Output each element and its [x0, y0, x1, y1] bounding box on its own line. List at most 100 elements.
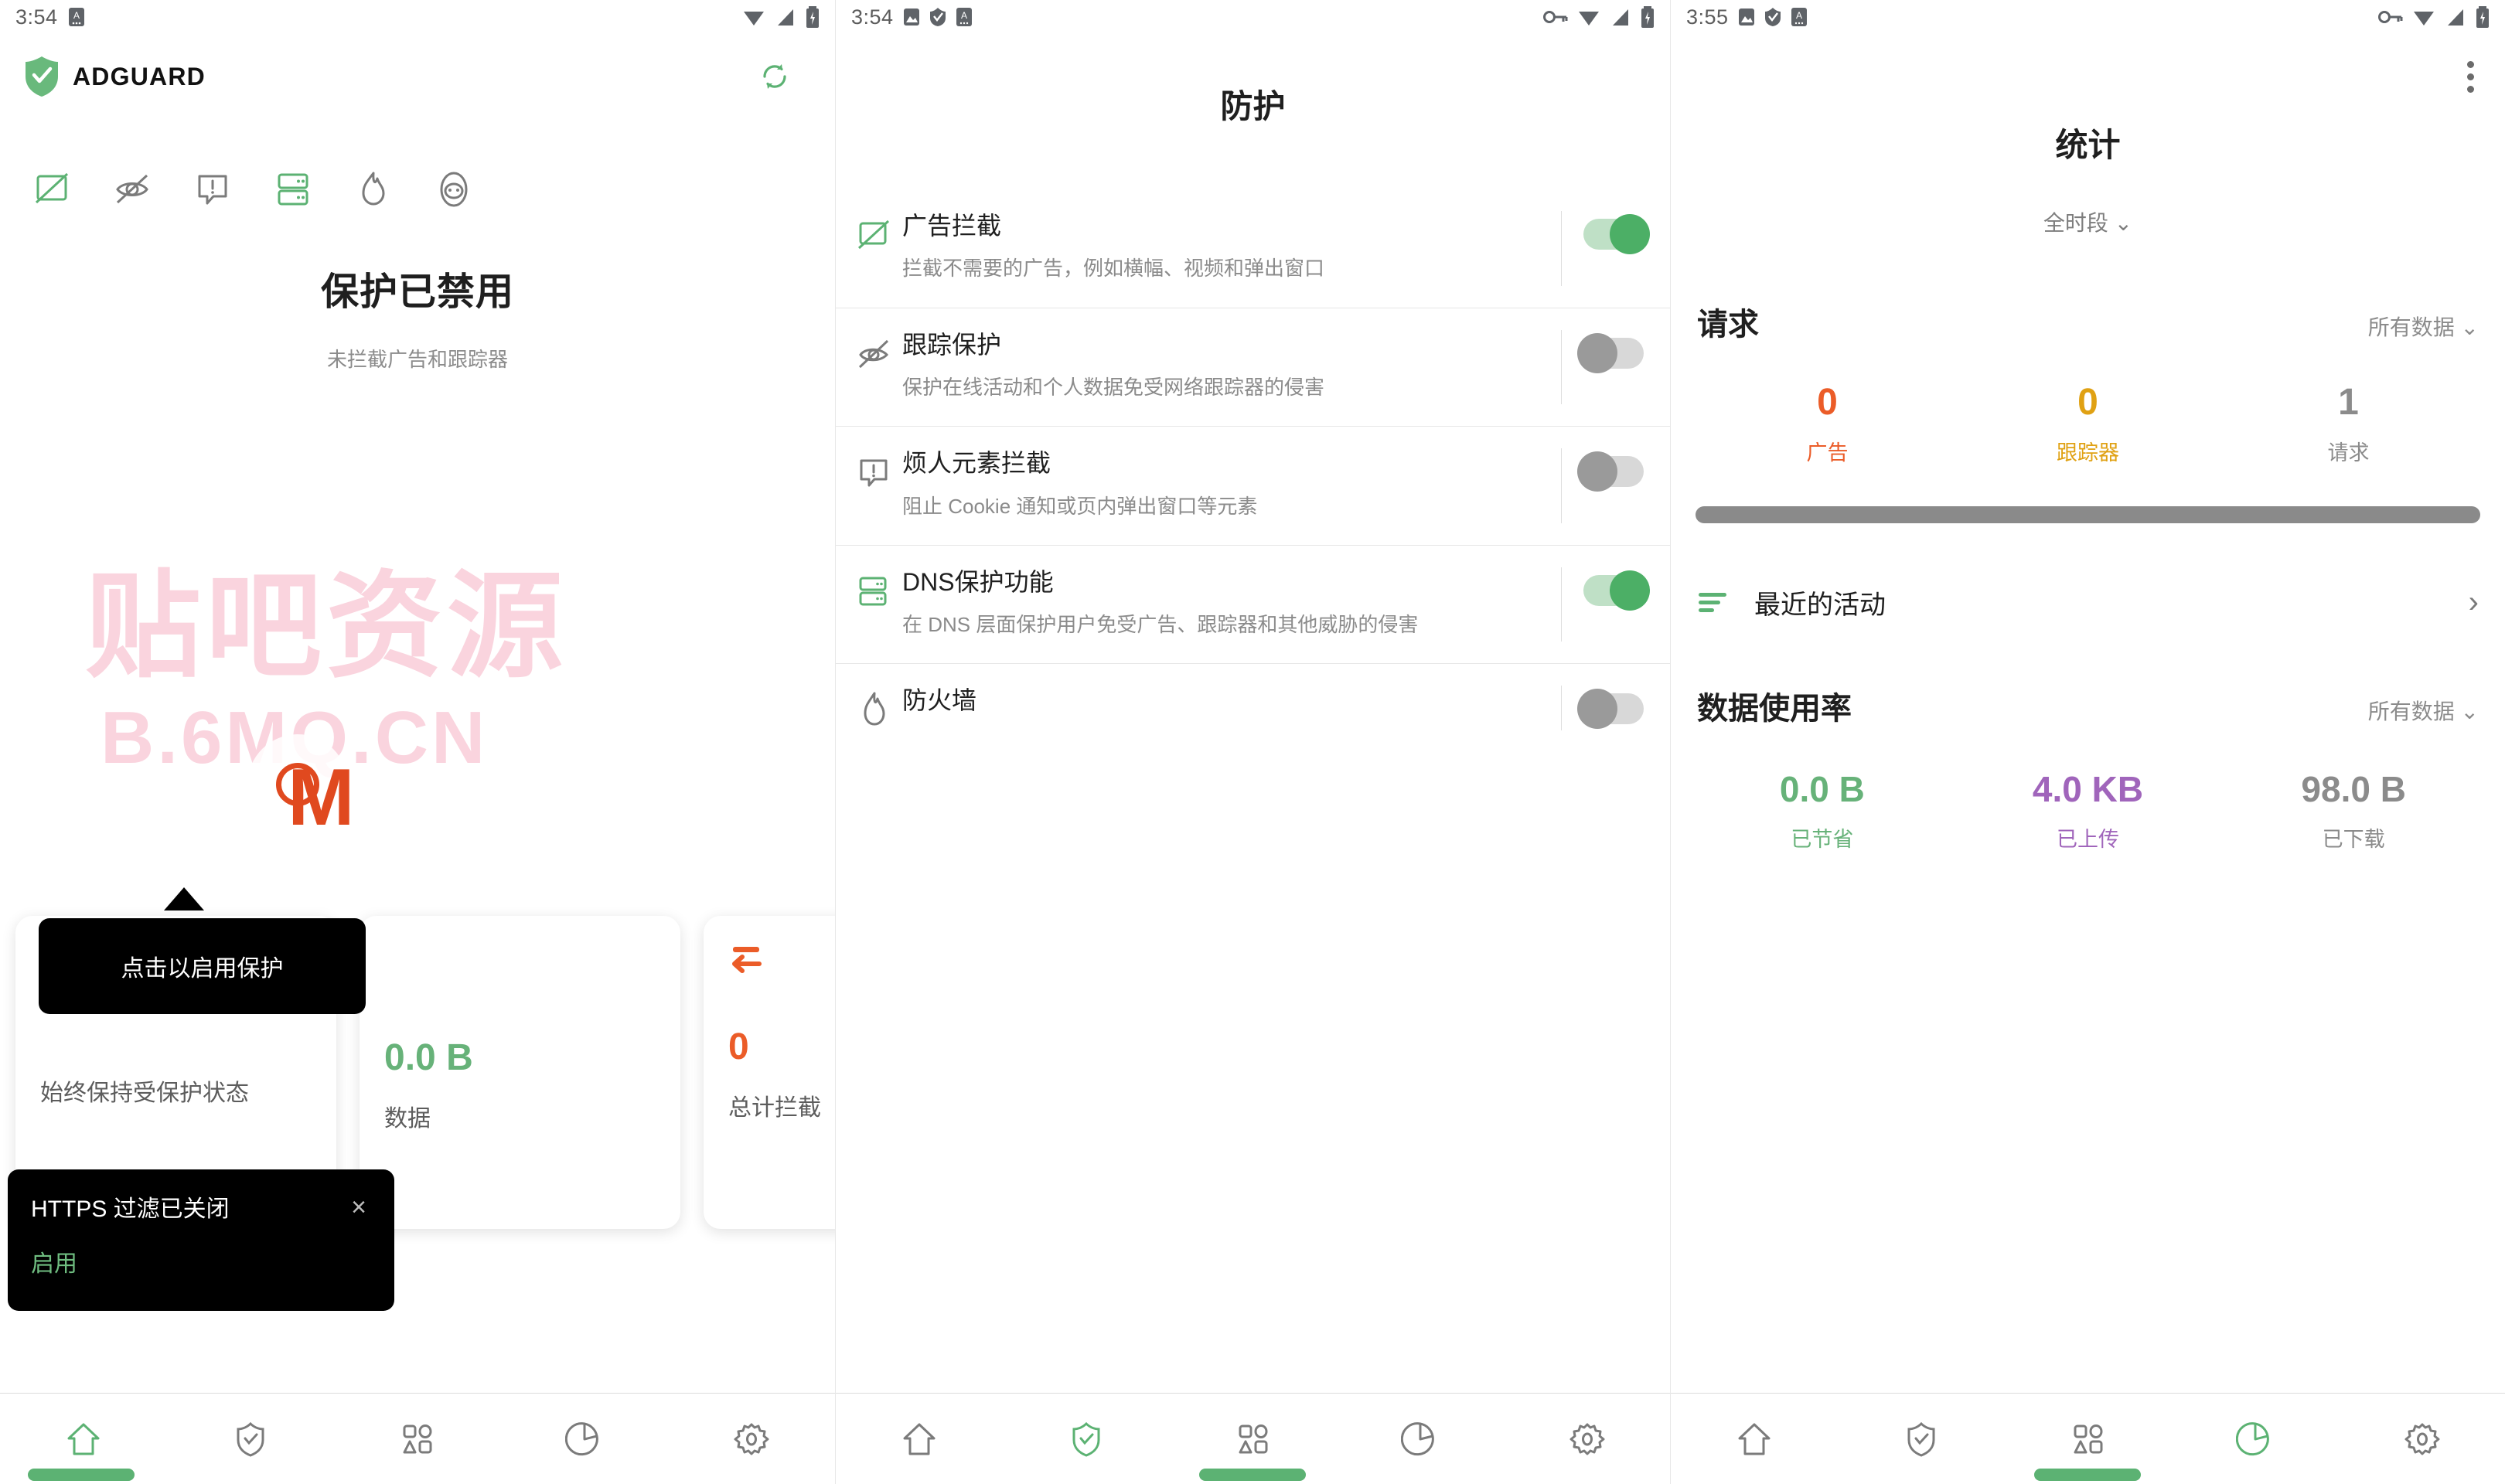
- usage-value: 4.0 KB: [2032, 769, 2144, 809]
- adguard-shield-status-icon: [929, 7, 946, 27]
- setting-row-dns-protection[interactable]: DNS保护功能 在 DNS 层面保护用户免受广告、跟踪器和其他威胁的侵害: [836, 544, 1670, 664]
- period-filter[interactable]: 全时段 ⌄: [1671, 206, 2505, 237]
- key-icon: [1543, 9, 1568, 25]
- firewall-icon: [854, 686, 902, 730]
- requests-filter-label: 所有数据: [2367, 315, 2455, 339]
- protection-icon-row: [0, 119, 835, 213]
- signal-icon: [775, 7, 796, 27]
- usage-value: 0.0 B: [1779, 769, 1865, 809]
- toggle-firewall[interactable]: [1577, 689, 1644, 730]
- watermark-line1: 贴吧资源: [85, 561, 568, 691]
- enable-protection-tooltip[interactable]: 点击以启用保护: [39, 918, 366, 1014]
- https-filtering-snackbar: HTTPS 过滤已关闭 × 启用: [8, 1169, 394, 1311]
- activity-list-icon: [1697, 590, 1733, 616]
- toggle-ad-blocking[interactable]: [1583, 214, 1650, 254]
- blocked-arrow-icon: [728, 944, 835, 984]
- usage-heading: 数据使用率: [1697, 692, 1852, 726]
- nav-protection[interactable]: [204, 1420, 297, 1458]
- page-subtitle: 未拦截广告和跟踪器: [326, 348, 508, 371]
- annoyance-icon: [189, 165, 237, 213]
- setting-row-tracking-protection[interactable]: 跟踪保护 保护在线活动和个人数据免受网络跟踪器的侵害: [836, 307, 1670, 427]
- nav-apps[interactable]: [1207, 1420, 1300, 1458]
- wifi-icon: [1577, 7, 1600, 27]
- status-bar-1: 3:54 A: [0, 0, 835, 34]
- signal-icon: [1610, 7, 1631, 27]
- divider: [1561, 329, 1562, 405]
- usage-uploaded: 4.0 KB 已上传: [1955, 768, 2221, 853]
- requests-section-header: 请求 所有数据 ⌄: [1671, 299, 2505, 344]
- usage-stats-row: 0.0 B 已节省 4.0 KB 已上传 98.0 B 已下载: [1671, 768, 2505, 853]
- screenshot-icon: [1738, 7, 1755, 27]
- snackbar-title: HTTPS 过滤已关闭: [31, 1196, 230, 1222]
- setting-desc: 保护在线活动和个人数据免受网络跟踪器的侵害: [902, 375, 1325, 399]
- adguard-status-icon: A: [1791, 7, 1808, 27]
- ad-blocking-icon: [28, 165, 76, 213]
- refresh-icon[interactable]: [758, 60, 792, 94]
- card-value: 0.0 B: [384, 1037, 473, 1078]
- divider: [1561, 567, 1562, 642]
- svg-text:A: A: [1796, 10, 1802, 21]
- ad-blocking-icon: [854, 211, 902, 256]
- snackbar-action-button[interactable]: 启用: [31, 1244, 371, 1278]
- screenshot-triptych: 3:54 A ADGUARD 保护已禁用 未拦截广告和跟踪器 贴吧资源 B.6M…: [0, 0, 2505, 1484]
- requests-heading: 请求: [1697, 308, 1759, 342]
- setting-row-annoyance-blocking[interactable]: 烦人元素拦截 阻止 Cookie 通知或页内弹出窗口等元素: [836, 426, 1670, 545]
- toggle-dns-protection[interactable]: [1583, 570, 1650, 611]
- usage-filter-label: 所有数据: [2367, 699, 2455, 723]
- dns-icon: [854, 567, 902, 612]
- stat-ads: 0 广告: [1697, 381, 1958, 466]
- watermark-badge-letter: M: [288, 753, 355, 842]
- toggle-tracking-protection[interactable]: [1577, 332, 1644, 373]
- adguard-status-icon: A: [67, 7, 86, 27]
- recent-activity-row[interactable]: 最近的活动 ›: [1671, 584, 2505, 621]
- setting-name: 广告拦截: [902, 212, 1002, 240]
- nav-statistics[interactable]: [2209, 1420, 2302, 1458]
- nav-apps[interactable]: [2042, 1420, 2135, 1458]
- card-data-usage[interactable]: 0.0 B 数据: [360, 916, 680, 1229]
- setting-row-firewall[interactable]: 防火墙: [836, 663, 1670, 752]
- nav-home[interactable]: [1708, 1420, 1801, 1458]
- stat-label: 广告: [1806, 441, 1849, 465]
- nav-protection[interactable]: [1875, 1420, 1968, 1458]
- usage-label: 已上传: [2057, 828, 2119, 851]
- adguard-shield-logo-icon: [23, 55, 60, 98]
- divider: [1561, 448, 1562, 523]
- nav-statistics[interactable]: [1374, 1420, 1467, 1458]
- close-icon[interactable]: ×: [346, 1194, 371, 1220]
- nav-home[interactable]: [873, 1420, 966, 1458]
- requests-filter[interactable]: 所有数据 ⌄: [2368, 311, 2479, 342]
- signal-icon: [2445, 7, 2466, 27]
- stat-label: 请求: [2327, 441, 2370, 465]
- nav-statistics[interactable]: [538, 1420, 631, 1458]
- status-time: 3:55: [1686, 5, 1729, 29]
- screen-protection: 3:54 A 防护 广告拦截 拦截不需要的广告，例如横幅、视频和弹出窗口 跟踪保…: [835, 0, 1670, 1484]
- nav-settings[interactable]: [2376, 1420, 2469, 1458]
- nav-settings[interactable]: [1541, 1420, 1634, 1458]
- chevron-down-icon: ⌄: [2114, 211, 2133, 235]
- setting-name: 防火墙: [902, 686, 977, 715]
- overflow-menu-icon[interactable]: [2459, 53, 2482, 100]
- usage-filter[interactable]: 所有数据 ⌄: [2368, 695, 2479, 726]
- nav-protection[interactable]: [1040, 1420, 1133, 1458]
- setting-desc: 在 DNS 层面保护用户免受广告、跟踪器和其他威胁的侵害: [902, 613, 1419, 637]
- screen-statistics: 3:55 A 统计 全时段 ⌄ 请求 所有数据 ⌄ 0 广告 0 跟踪器 1 请…: [1670, 0, 2505, 1484]
- nav-apps[interactable]: [371, 1420, 464, 1458]
- app-bar-1: ADGUARD: [0, 34, 835, 119]
- stat-value: 1: [2338, 382, 2359, 423]
- nav-settings[interactable]: [705, 1420, 798, 1458]
- adguard-shield-status-icon: [1764, 7, 1781, 27]
- requests-stats-row: 0 广告 0 跟踪器 1 请求: [1671, 381, 2505, 466]
- status-time: 3:54: [851, 5, 894, 29]
- nav-home[interactable]: [37, 1420, 130, 1458]
- setting-row-ad-blocking[interactable]: 广告拦截 拦截不需要的广告，例如横幅、视频和弹出窗口: [836, 189, 1670, 308]
- requests-progress-bar: [1696, 506, 2480, 523]
- app-bar-3: [1671, 34, 2505, 119]
- chevron-down-icon: ⌄: [2460, 699, 2479, 723]
- toggle-annoyance-blocking[interactable]: [1577, 451, 1644, 492]
- card-total-blocked[interactable]: 0 总计拦截: [704, 916, 835, 1229]
- stat-value: 0: [2077, 382, 2098, 423]
- page-title: 保护已禁用: [320, 271, 514, 313]
- recent-activity-label: 最近的活动: [1754, 591, 1886, 620]
- card-value: 0: [728, 1026, 749, 1067]
- annoyance-icon: [854, 448, 902, 493]
